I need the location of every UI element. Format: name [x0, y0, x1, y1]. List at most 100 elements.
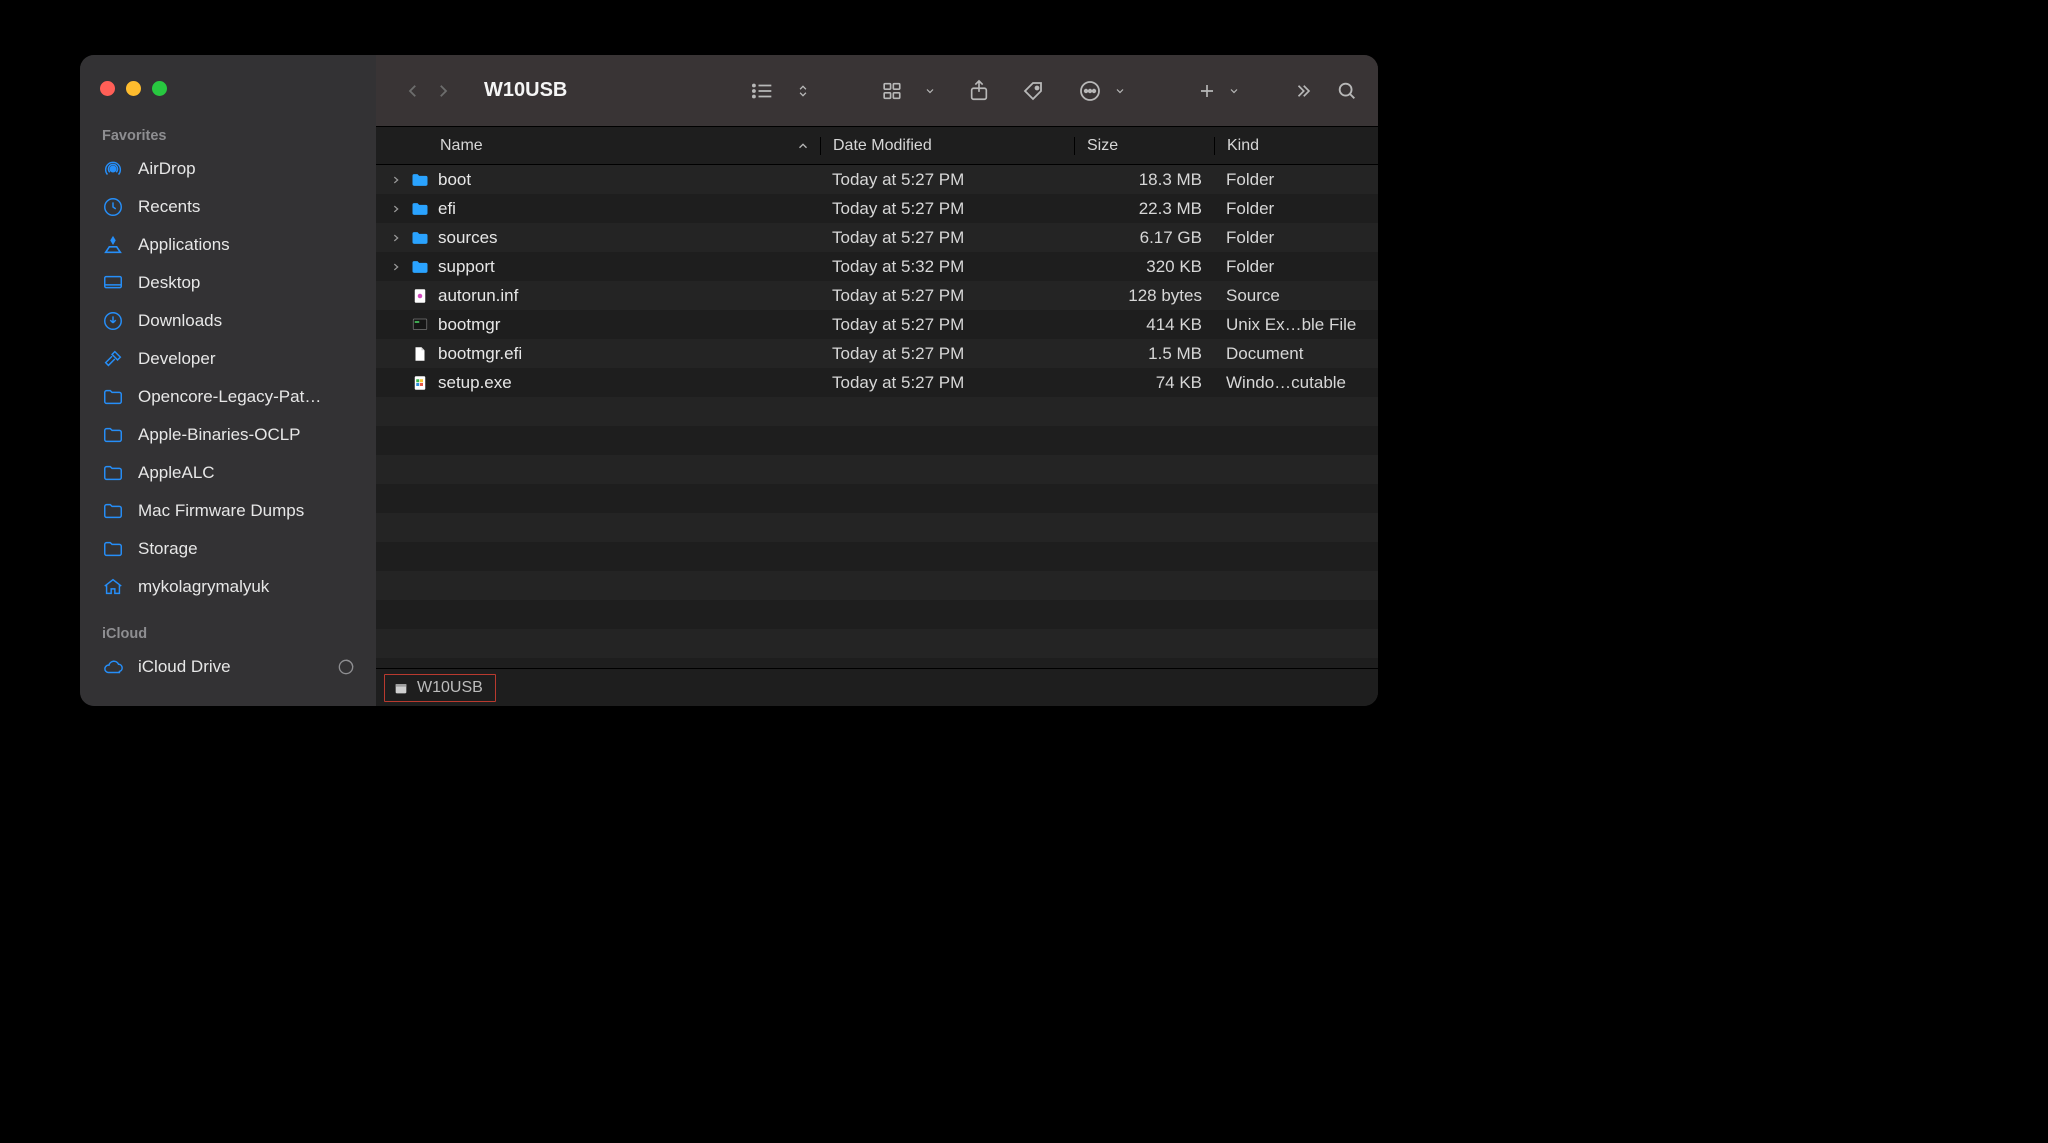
file-kind: Unix Ex…ble File	[1214, 315, 1378, 335]
window-controls	[80, 81, 376, 96]
sidebar-item-desktop[interactable]: Desktop	[80, 264, 376, 302]
finder-window: Favorites AirDrop Recents Applications D…	[80, 55, 1378, 706]
new-chevron-icon[interactable]	[1228, 75, 1240, 107]
group-chevron-icon[interactable]	[924, 75, 936, 107]
disclosure-triangle-icon[interactable]	[390, 262, 402, 272]
search-button[interactable]	[1336, 75, 1358, 107]
file-kind: Folder	[1214, 228, 1378, 248]
overflow-button[interactable]	[1292, 75, 1314, 107]
view-list-button[interactable]	[750, 75, 778, 107]
empty-row	[376, 571, 1378, 600]
drive-icon	[393, 680, 409, 696]
file-size: 6.17 GB	[1074, 228, 1214, 248]
disclosure-triangle-icon[interactable]	[390, 175, 402, 185]
close-window-button[interactable]	[100, 81, 115, 96]
back-button[interactable]	[404, 75, 422, 107]
new-button[interactable]	[1198, 75, 1216, 107]
folder-icon	[102, 386, 124, 408]
file-row[interactable]: boot Today at 5:27 PM 18.3 MB Folder	[376, 165, 1378, 194]
sidebar-item-label: Downloads	[138, 311, 364, 331]
sidebar-item-label: Apple-Binaries-OCLP	[138, 425, 364, 445]
file-name: bootmgr.efi	[438, 344, 522, 364]
sidebar-item-home[interactable]: mykolagrymalyuk	[80, 568, 376, 606]
folder-icon	[102, 424, 124, 446]
share-button[interactable]	[968, 75, 990, 107]
empty-row	[376, 629, 1378, 658]
column-header-kind[interactable]: Kind	[1214, 137, 1378, 155]
winexe-icon	[410, 373, 430, 393]
view-switcher-chevrons-icon[interactable]	[796, 75, 810, 107]
path-bar: W10USB	[376, 668, 1378, 706]
folder-icon	[102, 462, 124, 484]
sidebar-item-icloud-drive[interactable]: iCloud Drive	[80, 648, 376, 686]
file-row[interactable]: support Today at 5:32 PM 320 KB Folder	[376, 252, 1378, 281]
file-row[interactable]: sources Today at 5:27 PM 6.17 GB Folder	[376, 223, 1378, 252]
home-icon	[102, 576, 124, 598]
empty-row	[376, 658, 1378, 668]
path-item-label: W10USB	[417, 679, 483, 697]
folder-icon	[410, 199, 430, 219]
group-button[interactable]	[882, 75, 912, 107]
sidebar-item-label: Opencore-Legacy-Pat…	[138, 387, 364, 407]
sidebar-item-apple-binaries[interactable]: Apple-Binaries-OCLP	[80, 416, 376, 454]
sidebar-item-airdrop[interactable]: AirDrop	[80, 150, 376, 188]
empty-row	[376, 600, 1378, 629]
file-row[interactable]: bootmgr Today at 5:27 PM 414 KB Unix Ex……	[376, 310, 1378, 339]
file-list[interactable]: boot Today at 5:27 PM 18.3 MB Folder efi…	[376, 165, 1378, 668]
exec-icon	[410, 315, 430, 335]
sidebar-item-recents[interactable]: Recents	[80, 188, 376, 226]
file-date: Today at 5:27 PM	[820, 228, 1074, 248]
file-kind: Windo…cutable	[1214, 373, 1378, 393]
file-date: Today at 5:32 PM	[820, 257, 1074, 277]
tag-button[interactable]	[1022, 75, 1046, 107]
file-name: setup.exe	[438, 373, 512, 393]
column-header-name[interactable]: Name	[376, 137, 820, 155]
sidebar-item-developer[interactable]: Developer	[80, 340, 376, 378]
sidebar-item-downloads[interactable]: Downloads	[80, 302, 376, 340]
file-date: Today at 5:27 PM	[820, 170, 1074, 190]
file-name: autorun.inf	[438, 286, 518, 306]
sidebar-item-applealc[interactable]: AppleALC	[80, 454, 376, 492]
file-size: 128 bytes	[1074, 286, 1214, 306]
hammer-icon	[102, 348, 124, 370]
sidebar-item-label: Recents	[138, 197, 364, 217]
more-actions-button[interactable]	[1078, 75, 1102, 107]
sidebar-item-label: Mac Firmware Dumps	[138, 501, 364, 521]
sidebar-item-applications[interactable]: Applications	[80, 226, 376, 264]
sidebar-item-label: mykolagrymalyuk	[138, 577, 364, 597]
folder-icon	[410, 257, 430, 277]
sidebar-item-storage[interactable]: Storage	[80, 530, 376, 568]
empty-row	[376, 397, 1378, 426]
sidebar-item-label: Developer	[138, 349, 364, 369]
disclosure-triangle-icon[interactable]	[390, 233, 402, 243]
file-name: boot	[438, 170, 471, 190]
sidebar-item-opencore[interactable]: Opencore-Legacy-Pat…	[80, 378, 376, 416]
disclosure-triangle-icon[interactable]	[390, 204, 402, 214]
empty-row	[376, 426, 1378, 455]
column-header-size[interactable]: Size	[1074, 137, 1214, 155]
sidebar-item-label: Storage	[138, 539, 364, 559]
sidebar-item-label: AppleALC	[138, 463, 364, 483]
file-kind: Source	[1214, 286, 1378, 306]
sidebar-item-mac-firmware[interactable]: Mac Firmware Dumps	[80, 492, 376, 530]
file-name: efi	[438, 199, 456, 219]
empty-row	[376, 513, 1378, 542]
file-kind: Document	[1214, 344, 1378, 364]
forward-button[interactable]	[434, 75, 452, 107]
file-row[interactable]: efi Today at 5:27 PM 22.3 MB Folder	[376, 194, 1378, 223]
file-kind: Folder	[1214, 170, 1378, 190]
folder-icon	[102, 538, 124, 560]
sidebar: Favorites AirDrop Recents Applications D…	[80, 55, 376, 706]
folder-icon	[410, 228, 430, 248]
doc-icon	[410, 344, 430, 364]
file-row[interactable]: autorun.inf Today at 5:27 PM 128 bytes S…	[376, 281, 1378, 310]
file-row[interactable]: setup.exe Today at 5:27 PM 74 KB Windo…c…	[376, 368, 1378, 397]
file-row[interactable]: bootmgr.efi Today at 5:27 PM 1.5 MB Docu…	[376, 339, 1378, 368]
path-item-root[interactable]: W10USB	[384, 674, 496, 702]
minimize-window-button[interactable]	[126, 81, 141, 96]
zoom-window-button[interactable]	[152, 81, 167, 96]
desktop-icon	[102, 272, 124, 294]
more-chevron-icon[interactable]	[1114, 75, 1126, 107]
file-date: Today at 5:27 PM	[820, 199, 1074, 219]
column-header-date[interactable]: Date Modified	[820, 137, 1074, 155]
